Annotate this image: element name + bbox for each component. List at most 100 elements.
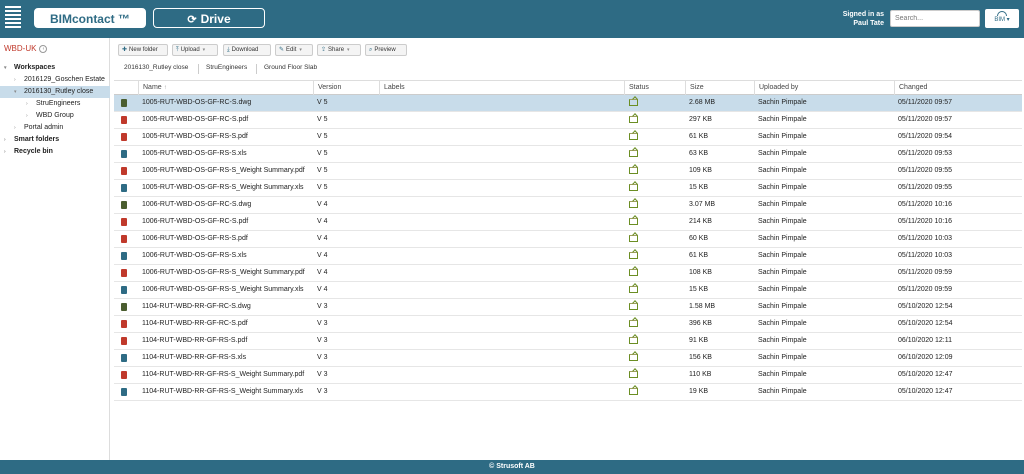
cell-changed: 05/11/2020 09:59	[898, 269, 952, 276]
cell-size: 15 KB	[689, 184, 709, 191]
cell-version: V 3	[317, 303, 328, 310]
sidebar-item[interactable]: › StruEngineers	[0, 98, 110, 110]
search-input[interactable]	[890, 10, 980, 27]
share-label: Share	[328, 47, 345, 53]
header-uploaded-by[interactable]: Uploaded by	[754, 81, 894, 95]
xls-file-icon	[121, 388, 127, 396]
table-row[interactable]: 1006-RUT-WBD-OS-GF-RC-S.pdf V 4 214 KB Sach…	[114, 214, 1022, 231]
chevron-right-icon[interactable]: ›	[26, 110, 28, 122]
bimcontact-button[interactable]: BIMcontact ™	[34, 8, 146, 28]
cell-size: 109 KB	[689, 167, 712, 174]
pdf-file-icon	[121, 320, 127, 328]
plus-icon: ✚	[122, 47, 128, 53]
upload-icon: ⤒	[176, 47, 179, 53]
drive-label: Drive	[200, 12, 231, 26]
table-row[interactable]: 1104-RUT-WBD-RR-GF-RS-S_Weight Summary.x…	[114, 384, 1022, 401]
chevron-down-icon[interactable]: ▾	[14, 86, 17, 98]
cell-uploaded-by: Sachin Pimpale	[758, 116, 807, 123]
org-title[interactable]: WBD-UK ‹	[4, 44, 48, 53]
cell-uploaded-by: Sachin Pimpale	[758, 303, 807, 310]
table-row[interactable]: 1005-RUT-WBD-OS-GF-RC-S.pdf V 5 297 KB Sach…	[114, 112, 1022, 129]
chevron-down-icon[interactable]: ▾	[4, 62, 7, 74]
table-row[interactable]: 1104-RUT-WBD-RR-GF-RC-S.dwg V 3 1.58 MB Sac…	[114, 299, 1022, 316]
cell-uploaded-by: Sachin Pimpale	[758, 269, 807, 276]
cell-name: 1104-RUT-WBD-RR-GF-RC-S.pdf	[142, 320, 248, 327]
cell-size: 63 KB	[689, 150, 709, 157]
drive-button[interactable]: ⟳ Drive	[153, 8, 265, 28]
breadcrumb-item[interactable]: 2016130_Rutley close	[124, 64, 188, 71]
sidebar-item[interactable]: ▾ Workspaces	[0, 62, 110, 74]
edit-button[interactable]: ✎ Edit ▾	[275, 44, 313, 56]
cell-name: 1005-RUT-WBD-OS-GF-RS-S_Weight Summary.p…	[142, 167, 305, 174]
sidebar-item[interactable]: › WBD Group	[0, 110, 110, 122]
user-name[interactable]: Paul Tate	[843, 19, 884, 28]
header-changed[interactable]: Changed	[894, 81, 1022, 95]
breadcrumb-item[interactable]: StruEngineers	[206, 64, 247, 71]
header-version[interactable]: Version	[313, 81, 379, 95]
header-name-label: Name	[143, 84, 162, 91]
table-row[interactable]: 1006-RUT-WBD-OS-GF-RC-S.dwg V 4 3.07 MB Sac…	[114, 197, 1022, 214]
header-name[interactable]: Name ↑	[138, 81, 313, 95]
table-row[interactable]: 1104-RUT-WBD-RR-GF-RS-S.pdf V 3 91 KB Sachi…	[114, 333, 1022, 350]
cell-uploaded-by: Sachin Pimpale	[758, 201, 807, 208]
chevron-down-icon: ▾	[202, 47, 206, 53]
sidebar-item[interactable]: › 2016129_Goschen Estate	[0, 74, 110, 86]
table-row[interactable]: 1104-RUT-WBD-RR-GF-RC-S.pdf V 3 396 KB Sach…	[114, 316, 1022, 333]
sidebar-item[interactable]: › Recycle bin	[0, 146, 110, 158]
breadcrumb-item[interactable]: Ground Floor Slab	[264, 64, 317, 71]
cell-version: V 4	[317, 252, 328, 259]
share-button[interactable]: ⇪ Share ▾	[317, 44, 361, 56]
cell-version: V 3	[317, 371, 328, 378]
chevron-down-icon: ▾	[347, 47, 350, 53]
checked-in-status-icon	[629, 218, 638, 225]
chevron-down-icon: ▾	[299, 47, 302, 53]
preview-button[interactable]: ⌕ Preview	[365, 44, 407, 56]
sidebar-item-label: Portal admin	[24, 124, 64, 131]
table-row[interactable]: 1005-RUT-WBD-OS-GF-RS-S.xls V 5 63 KB Sachi…	[114, 146, 1022, 163]
cell-changed: 05/11/2020 10:16	[898, 218, 952, 225]
cell-name: 1104-RUT-WBD-RR-GF-RC-S.dwg	[142, 303, 251, 310]
chevron-right-icon[interactable]: ›	[14, 122, 16, 134]
bim-menu-button[interactable]: BIM ▾	[985, 9, 1019, 28]
table-row[interactable]: 1006-RUT-WBD-OS-GF-RS-S.pdf V 4 60 KB Sachi…	[114, 231, 1022, 248]
pdf-file-icon	[121, 218, 127, 226]
download-button[interactable]: ⤓ Download	[223, 44, 271, 56]
sidebar-item[interactable]: ▾ 2016130_Rutley close	[0, 86, 110, 98]
cell-size: 214 KB	[689, 218, 712, 225]
sidebar-item-label: WBD Group	[36, 112, 74, 119]
checked-in-status-icon	[629, 133, 638, 140]
chevron-right-icon[interactable]: ›	[4, 146, 6, 158]
table-row[interactable]: 1005-RUT-WBD-OS-GF-RS-S_Weight Summary.x…	[114, 180, 1022, 197]
upload-button[interactable]: ⤒ Upload ▾	[172, 44, 218, 56]
sidebar-item[interactable]: › Smart folders	[0, 134, 110, 146]
header-labels[interactable]: Labels	[379, 81, 624, 95]
table-row[interactable]: 1006-RUT-WBD-OS-GF-RS-S.xls V 4 61 KB Sachi…	[114, 248, 1022, 265]
cell-uploaded-by: Sachin Pimpale	[758, 167, 807, 174]
table-row[interactable]: 1006-RUT-WBD-OS-GF-RS-S_Weight Summary.p…	[114, 265, 1022, 282]
cell-version: V 5	[317, 150, 328, 157]
checked-in-status-icon	[629, 184, 638, 191]
back-arrow-icon[interactable]: ‹	[39, 44, 48, 53]
table-row[interactable]: 1005-RUT-WBD-OS-GF-RC-S.dwg V 5 2.68 MB Sac…	[114, 95, 1022, 112]
table-row[interactable]: 1104-RUT-WBD-RR-GF-RS-S.xls V 3 156 KB Sach…	[114, 350, 1022, 367]
edit-label: Edit	[286, 47, 297, 53]
checked-in-status-icon	[629, 320, 638, 327]
header-size[interactable]: Size	[685, 81, 754, 95]
table-row[interactable]: 1005-RUT-WBD-OS-GF-RS-S.pdf V 5 61 KB Sachi…	[114, 129, 1022, 146]
header-status[interactable]: Status	[624, 81, 685, 95]
chevron-right-icon[interactable]: ›	[14, 74, 16, 86]
bim-menu-label: BIM	[994, 17, 1005, 23]
cell-changed: 05/10/2020 12:47	[898, 371, 953, 378]
new-folder-button[interactable]: ✚ New folder	[118, 44, 168, 56]
cell-version: V 4	[317, 201, 328, 208]
chevron-right-icon[interactable]: ›	[4, 134, 6, 146]
table-row[interactable]: 1006-RUT-WBD-OS-GF-RS-S_Weight Summary.x…	[114, 282, 1022, 299]
cell-size: 1.58 MB	[689, 303, 716, 310]
chevron-right-icon[interactable]: ›	[26, 98, 28, 110]
sidebar-item[interactable]: › Portal admin	[0, 122, 110, 134]
table-row[interactable]: 1005-RUT-WBD-OS-GF-RS-S_Weight Summary.p…	[114, 163, 1022, 180]
hamburger-menu-icon[interactable]	[5, 6, 21, 30]
cell-version: V 5	[317, 133, 328, 140]
table-row[interactable]: 1104-RUT-WBD-RR-GF-RS-S_Weight Summary.p…	[114, 367, 1022, 384]
dwg-file-icon	[121, 303, 127, 311]
